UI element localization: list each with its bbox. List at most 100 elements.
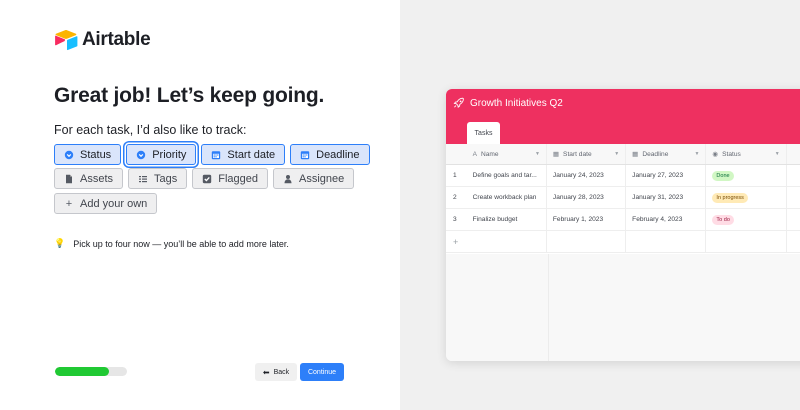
chip-label: Start date bbox=[227, 148, 276, 161]
checkbox-icon bbox=[202, 174, 212, 184]
hint-text: 💡 Pick up to four now — you’ll be able t… bbox=[54, 238, 289, 249]
row-number-header bbox=[446, 144, 467, 164]
field-options-row-3: + Add your own bbox=[54, 193, 158, 214]
grid-empty-area bbox=[446, 254, 800, 361]
cell-deadline[interactable]: February 4, 2023 bbox=[626, 209, 707, 230]
chip-label: Priority bbox=[152, 148, 187, 161]
continue-button[interactable]: Continue bbox=[300, 363, 344, 381]
chevron-down-icon: ▼ bbox=[774, 151, 780, 157]
empty-cell bbox=[787, 231, 800, 252]
row-number: 2 bbox=[453, 194, 457, 201]
calendar-icon bbox=[211, 150, 221, 160]
rocket-icon bbox=[453, 97, 464, 109]
user-icon bbox=[283, 174, 293, 184]
column-header-deadline[interactable]: ▦ Deadline ▼ bbox=[626, 144, 707, 164]
cell-status[interactable]: Done bbox=[706, 165, 787, 186]
status-icon bbox=[64, 150, 74, 160]
text-field-icon: A bbox=[472, 150, 477, 158]
brand-name: Airtable bbox=[82, 29, 151, 50]
progress-fill bbox=[55, 367, 109, 376]
status-icon: ◉ bbox=[712, 151, 719, 158]
column-label: Name bbox=[480, 150, 499, 158]
cell-name[interactable]: Create workback plan bbox=[467, 187, 547, 208]
page-title: Great job! Let’s keep going. bbox=[54, 84, 325, 107]
field-chip-assignee[interactable]: Assignee bbox=[273, 168, 355, 189]
calendar-icon: ▦ bbox=[632, 151, 639, 158]
base-title: Growth Initiatives Q2 bbox=[470, 98, 563, 109]
column-header-status[interactable]: ◉ Status ▼ bbox=[706, 144, 787, 164]
empty-cell bbox=[626, 231, 707, 252]
column-header-extra bbox=[787, 144, 800, 164]
chip-label: Add your own bbox=[80, 197, 148, 210]
row-number: 1 bbox=[453, 172, 457, 179]
empty-cell bbox=[467, 231, 547, 252]
tab-tasks[interactable]: Tasks bbox=[467, 122, 500, 144]
lightbulb-icon: 💡 bbox=[54, 238, 66, 248]
cell-start-date[interactable]: January 28, 2023 bbox=[547, 187, 627, 208]
airtable-logo-icon bbox=[55, 29, 78, 51]
column-label: Status bbox=[722, 150, 741, 158]
chip-label: Status bbox=[80, 148, 112, 161]
cell-extra bbox=[787, 187, 800, 208]
empty-cell bbox=[547, 231, 627, 252]
hint-label: Pick up to four now — you’ll be able to … bbox=[73, 238, 289, 249]
cell-start-date[interactable]: February 1, 2023 bbox=[547, 209, 627, 230]
back-button[interactable]: ⬅ Back bbox=[255, 363, 297, 381]
column-header-name[interactable]: A Name ▼ bbox=[467, 144, 547, 164]
continue-label: Continue bbox=[307, 368, 337, 376]
field-chip-start-date[interactable]: Start date bbox=[201, 144, 286, 165]
chevron-down-icon: ▼ bbox=[534, 151, 540, 157]
base-header: Growth Initiatives Q2 Tasks bbox=[446, 89, 800, 144]
cell-deadline[interactable]: January 27, 2023 bbox=[626, 165, 707, 186]
base-preview: Growth Initiatives Q2 Tasks A Name ▼ ▦ Sta… bbox=[446, 89, 800, 361]
empty-cell bbox=[706, 231, 787, 252]
field-options-row-1: Status Priority Start date Deadline bbox=[54, 144, 370, 165]
table-row[interactable]: 3 Finalize budget February 1, 2023 Febru… bbox=[446, 209, 800, 231]
airtable-logo: Airtable bbox=[54, 29, 151, 51]
field-chip-status[interactable]: Status bbox=[54, 144, 122, 165]
tags-icon bbox=[138, 174, 148, 184]
cell-status[interactable]: To do bbox=[706, 209, 787, 230]
column-label: Deadline bbox=[642, 150, 669, 158]
add-record-icon[interactable]: + bbox=[446, 231, 467, 252]
cell-extra bbox=[787, 165, 800, 186]
column-label: Start date bbox=[563, 150, 592, 158]
status-badge: In progress bbox=[712, 192, 748, 203]
cell-deadline[interactable]: January 31, 2023 bbox=[626, 187, 707, 208]
cell-status[interactable]: In progress bbox=[706, 187, 787, 208]
add-your-own-button[interactable]: + Add your own bbox=[54, 193, 158, 214]
attachment-icon bbox=[64, 174, 74, 184]
plus-icon: + bbox=[65, 197, 73, 210]
chevron-down-icon: ▼ bbox=[694, 151, 700, 157]
calendar-icon: ▦ bbox=[552, 151, 560, 158]
grid-header: A Name ▼ ▦ Start date ▼ ▦ Deadline ▼ ◉ Statu… bbox=[446, 144, 800, 165]
cell-start-date[interactable]: January 24, 2023 bbox=[547, 165, 627, 186]
back-label: Back bbox=[273, 368, 290, 376]
field-chip-flagged[interactable]: Flagged bbox=[192, 168, 269, 189]
table-row[interactable]: 2 Create workback plan January 28, 2023 … bbox=[446, 187, 800, 209]
field-chip-assets[interactable]: Assets bbox=[54, 168, 124, 189]
field-chip-priority[interactable]: Priority bbox=[126, 144, 197, 165]
field-options-row-2: Assets Tags Flagged Assignee bbox=[54, 168, 355, 189]
priority-icon bbox=[136, 150, 146, 160]
page-subtitle: For each task, I’d also like to track: bbox=[54, 123, 247, 137]
status-badge: To do bbox=[712, 214, 734, 225]
column-header-start-date[interactable]: ▦ Start date ▼ bbox=[547, 144, 627, 164]
field-chip-tags[interactable]: Tags bbox=[128, 168, 188, 189]
chevron-down-icon: ▼ bbox=[614, 151, 620, 157]
add-row[interactable]: + bbox=[446, 231, 800, 253]
cell-name[interactable]: Finalize budget bbox=[467, 209, 547, 230]
onboarding-panel: Airtable Great job! Let’s keep going. Fo… bbox=[0, 0, 400, 410]
progress-bar bbox=[55, 367, 127, 376]
cell-extra bbox=[787, 209, 800, 230]
field-chip-deadline[interactable]: Deadline bbox=[290, 144, 370, 165]
records-grid: A Name ▼ ▦ Start date ▼ ▦ Deadline ▼ ◉ Statu… bbox=[446, 144, 800, 253]
cell-name[interactable]: Define goals and tar... bbox=[467, 165, 547, 186]
chip-label: Deadline bbox=[316, 148, 360, 161]
calendar-icon bbox=[300, 150, 310, 160]
chip-label: Assets bbox=[80, 172, 114, 185]
column-divider bbox=[548, 254, 549, 361]
table-row[interactable]: 1 Define goals and tar... January 24, 20… bbox=[446, 165, 800, 187]
arrow-left-icon: ⬅ bbox=[262, 367, 270, 377]
chip-label: Tags bbox=[154, 172, 178, 185]
